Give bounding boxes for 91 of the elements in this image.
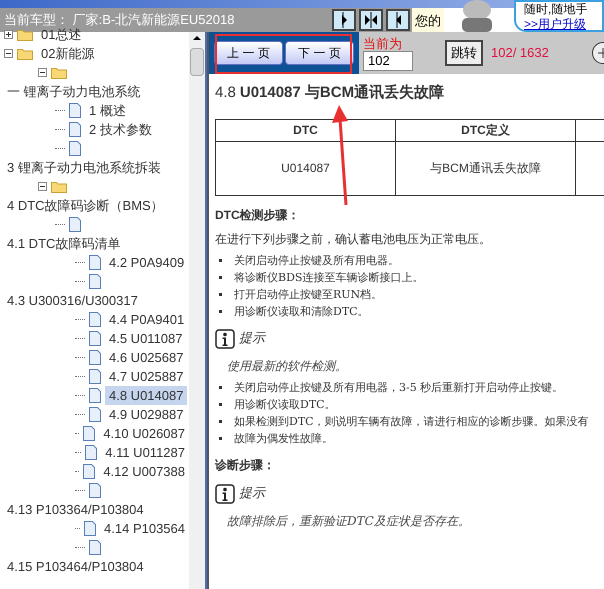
tree-item[interactable]: 4.15 P103464/P103804 [3,556,148,576]
table-header: DTC定义 [461,123,510,137]
collapse-icon[interactable] [38,68,47,77]
section-heading: 诊断步骤： [215,456,276,474]
bullet-icon [219,420,222,422]
tree-item[interactable]: 4.3 U300316/U300317 [3,290,142,310]
tree-item[interactable]: 4.1 DTC故障码清单 [3,234,124,254]
tree-item[interactable]: 4.2 P0A9409 [105,252,188,272]
bullet-icon [219,402,222,406]
jump-button[interactable]: 跳转 [445,40,483,66]
page-icon [89,407,101,422]
list-item-text: 用诊断仪读取DTC。 [234,398,336,412]
tree-item[interactable]: 4.4 P0A9401 [105,310,188,330]
tree-item[interactable]: 4 DTC故障码诊断（BMS） [3,196,168,216]
section-title: U014087 与BCM通讯丢失故障 [240,83,444,103]
page-count: 102/ 1632 [491,44,549,62]
note-label: 提示 [239,484,265,503]
page-icon [83,426,96,441]
tree-item[interactable]: 3 锂离子动力电池系统拆装 [3,158,165,178]
expand-icon[interactable] [4,30,13,39]
tree-item[interactable]: 01总述 [37,25,86,44]
tree-item[interactable]: 1 概述 [85,100,130,120]
vehicle-label: 当前车型： 厂家:B-北汽新能源EU52018 [4,11,234,28]
tree-item[interactable]: 4.8 U014087 [105,386,188,406]
paragraph: 在进行下列步骤之前，确认蓄电池电压为正常电压。 [215,230,492,248]
page-icon [89,350,101,365]
page-icon [89,255,101,270]
list-item-text: 如果检测到DTC，则说明车辆有故障，请进行相应的诊断步骤。如果没有 [234,414,589,428]
list-item-text: 将诊断仪BDS连接至车辆诊断接口上。 [234,270,424,284]
bullet-icon [219,436,222,440]
page-icon [89,388,101,403]
tree-item[interactable]: 4.12 U007388 [99,462,189,482]
folder-icon [17,47,33,60]
info-icon [215,328,235,348]
expand-left-button[interactable] [386,9,410,31]
tree-item[interactable]: 4.5 U011087 [105,328,186,348]
tree-item[interactable]: 02新能源 [37,44,98,64]
collapse-icon[interactable] [38,182,47,191]
tree-item[interactable]: 4.13 P103364/P103804 [3,500,148,520]
upgrade-link[interactable]: >>用户升级 [524,17,602,32]
note-text: 故障排除后，重新验证DTC及症状是否存在。 [226,512,471,530]
arrow-icon [340,12,348,28]
page-icon [89,369,101,384]
collapse-icon[interactable] [4,49,13,58]
list-item-text: 关闭启动停止按键及所有用电器，3-5 秒后重新打开启动停止按键。 [234,380,564,394]
tree-item[interactable]: 一 锂离子动力电池系统 [3,82,145,102]
page-icon [89,312,101,327]
page-number-field[interactable]: 102 [363,50,413,70]
section-heading: DTC检测步骤： [215,206,301,224]
page-icon [69,122,81,137]
tree-item[interactable]: 4.9 U029887 [105,404,188,424]
tree-item[interactable]: 4.10 U026087 [99,424,189,444]
table-cell: 与BCM通讯丢失故障 [430,161,541,175]
bullet-icon [219,292,222,296]
tree-item[interactable]: 2 技术参数 [85,120,156,140]
table-header: DTC [293,123,318,137]
current-page-label: 当前为 [363,36,403,50]
scroll-thumb[interactable] [190,48,204,76]
expand-right-button[interactable] [332,9,356,31]
scroll-up-icon[interactable] [193,36,201,40]
tree-item[interactable]: 4.14 P103564 [100,518,189,538]
split-view-button[interactable] [359,9,383,31]
page-icon [89,331,101,346]
table-cell: U014087 [281,161,330,175]
scrollbar[interactable] [189,32,205,589]
banner-text: 随时,随地手 [524,2,588,17]
arrow-icon [364,12,378,28]
page-icon [84,521,96,536]
tree-item[interactable]: 4.6 U025687 [105,348,188,368]
page-icon [85,445,98,460]
page-icon [83,464,96,479]
list-item-text: 关闭启动停止按键及所有用电器。 [234,254,399,268]
next-page-button[interactable]: 下 一 页 [285,41,354,65]
page-icon [69,103,81,118]
folder-icon [17,28,33,41]
greeting-text: 您的 [415,12,441,30]
info-icon [215,484,235,504]
list-item-text: 打开启动停止按键至RUN档。 [234,288,382,302]
note-text: 使用最新的软件检测。 [226,358,348,374]
list-item-text: 故障为偶发性故障。 [234,432,333,446]
bullet-icon [219,258,222,262]
previous-page-button[interactable]: 上 一 页 [214,41,283,65]
bullet-icon [219,386,222,388]
bullet-icon [219,310,222,312]
tree-item[interactable]: 4.11 U011287 [101,442,189,462]
note-label: 提示 [239,330,265,348]
arrow-icon [394,12,402,28]
bullet-icon [219,276,222,278]
list-item-text: 用诊断仪读取和清除DTC。 [234,304,369,318]
tree-item[interactable]: 4.7 U025887 [105,366,188,386]
section-number: 4.8 [215,83,236,103]
